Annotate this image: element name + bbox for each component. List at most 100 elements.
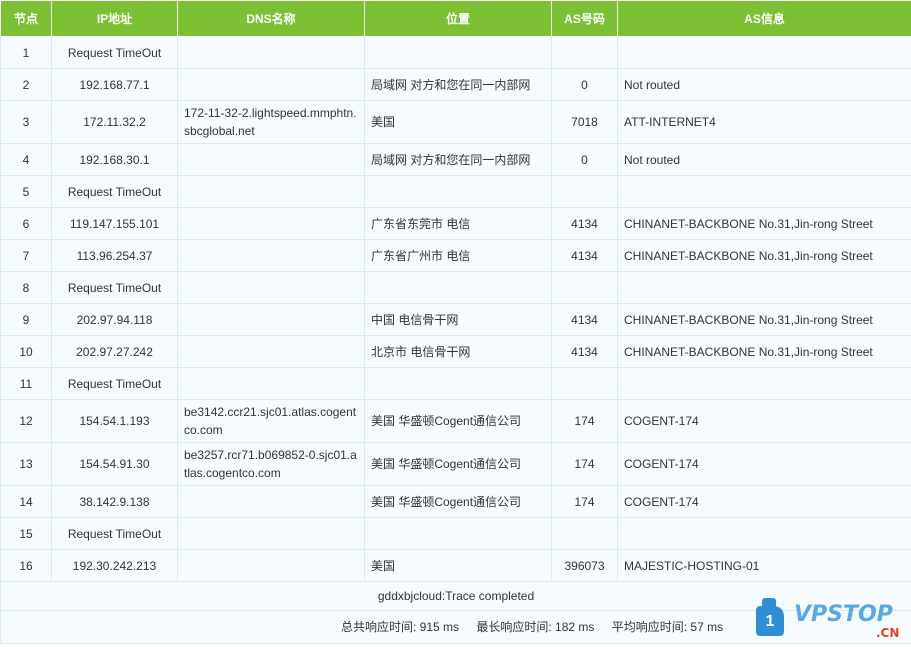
cell-location: 广东省东莞市 电信 <box>364 207 552 240</box>
cell-node: 2 <box>0 68 52 101</box>
cell-as-number: 0 <box>551 143 618 176</box>
cell-as-info: COGENT-174 <box>617 442 911 486</box>
cell-ip: 202.97.27.242 <box>51 335 178 368</box>
cell-dns: be3142.ccr21.sjc01.atlas.cogentco.com <box>177 399 365 443</box>
cell-dns <box>177 36 365 69</box>
cell-ip: 172.11.32.2 <box>51 100 178 144</box>
table-row: 16 192.30.242.213 美国 396073 MAJESTIC-HOSTING… <box>0 549 911 582</box>
avg-response-time: 平均响应时间: 57 ms <box>611 620 724 634</box>
cell-as-info: CHINANET-BACKBONE No.31,Jin-rong Street <box>617 239 911 272</box>
cell-node: 10 <box>0 335 52 368</box>
cell-dns <box>177 271 365 304</box>
cell-ip: Request TimeOut <box>51 271 178 304</box>
table-row: 3 172.11.32.2 172-11-32-2.lightspeed.mmpht… <box>0 100 911 144</box>
cell-as-number <box>551 36 618 69</box>
cell-as-number: 174 <box>551 399 618 443</box>
traceroute-results: 节点 IP地址 DNS名称 位置 AS号码 AS信息 1 Request Time… <box>0 0 911 644</box>
cell-dns <box>177 549 365 582</box>
cell-location: 广东省广州市 电信 <box>364 239 552 272</box>
cell-ip: Request TimeOut <box>51 367 178 400</box>
cell-ip: Request TimeOut <box>51 36 178 69</box>
cell-as-info: Not routed <box>617 68 911 101</box>
cell-node: 11 <box>0 367 52 400</box>
cell-as-info: Not routed <box>617 143 911 176</box>
cell-as-number: 174 <box>551 442 618 486</box>
cell-as-number: 396073 <box>551 549 618 582</box>
table-row: 2 192.168.77.1 局域网 对方和您在同一内部网 0 Not routed <box>0 68 911 101</box>
header-location: 位置 <box>364 0 552 37</box>
cell-ip: 154.54.91.30 <box>51 442 178 486</box>
table-header-row: 节点 IP地址 DNS名称 位置 AS号码 AS信息 <box>0 0 911 37</box>
cell-location <box>364 367 552 400</box>
table-row: 11 Request TimeOut <box>0 367 911 400</box>
cell-as-info <box>617 36 911 69</box>
cell-location: 中国 电信骨干网 <box>364 303 552 336</box>
table-row: 12 154.54.1.193 be3142.ccr21.sjc01.atlas.c… <box>0 399 911 443</box>
cell-as-number: 4134 <box>551 239 618 272</box>
header-dns: DNS名称 <box>177 0 365 37</box>
cell-node: 5 <box>0 175 52 208</box>
table-row: 4 192.168.30.1 局域网 对方和您在同一内部网 0 Not routed <box>0 143 911 176</box>
cell-dns <box>177 239 365 272</box>
cell-node: 14 <box>0 485 52 518</box>
cell-as-number <box>551 175 618 208</box>
header-ip: IP地址 <box>51 0 178 37</box>
table-row: 8 Request TimeOut <box>0 271 911 304</box>
cell-node: 16 <box>0 549 52 582</box>
cell-as-number: 4134 <box>551 207 618 240</box>
cell-as-info <box>617 367 911 400</box>
cell-as-info: COGENT-174 <box>617 399 911 443</box>
cell-location <box>364 517 552 550</box>
table-row: 15 Request TimeOut <box>0 517 911 550</box>
total-response-time: 总共响应时间: 915 ms <box>341 620 460 634</box>
cell-ip: Request TimeOut <box>51 175 178 208</box>
max-response-time: 最长响应时间: 182 ms <box>476 620 595 634</box>
cell-as-number: 0 <box>551 68 618 101</box>
traceroute-table: 节点 IP地址 DNS名称 位置 AS号码 AS信息 1 Request Time… <box>0 0 911 644</box>
cell-node: 4 <box>0 143 52 176</box>
cell-node: 7 <box>0 239 52 272</box>
cell-location: 美国 华盛顿Cogent通信公司 <box>364 442 552 486</box>
table-row: 10 202.97.27.242 北京市 电信骨干网 4134 CHINANET-BAC… <box>0 335 911 368</box>
cell-node: 1 <box>0 36 52 69</box>
cell-ip: 119.147.155.101 <box>51 207 178 240</box>
cell-node: 3 <box>0 100 52 144</box>
table-row: 14 38.142.9.138 美国 华盛顿Cogent通信公司 174 COGENT-… <box>0 485 911 518</box>
cell-as-info: MAJESTIC-HOSTING-01 <box>617 549 911 582</box>
cell-dns <box>177 303 365 336</box>
cell-dns: 172-11-32-2.lightspeed.mmphtn.sbcglobal.… <box>177 100 365 144</box>
cell-dns <box>177 367 365 400</box>
header-as-info: AS信息 <box>617 0 911 37</box>
logo-tld: .CN <box>876 626 900 640</box>
cell-ip: 202.97.94.118 <box>51 303 178 336</box>
logo-brand: VPSTOP <box>794 602 893 627</box>
logo-badge-icon: 1 <box>756 598 784 636</box>
cell-as-info: CHINANET-BACKBONE No.31,Jin-rong Street <box>617 335 911 368</box>
table-row: 9 202.97.94.118 中国 电信骨干网 4134 CHINANET-BACKB… <box>0 303 911 336</box>
cell-dns <box>177 207 365 240</box>
cell-dns <box>177 485 365 518</box>
cell-location: 局域网 对方和您在同一内部网 <box>364 68 552 101</box>
table-row: 13 154.54.91.30 be3257.rcr71.b069852-0.sjc… <box>0 442 911 486</box>
cell-as-number <box>551 517 618 550</box>
cell-dns <box>177 68 365 101</box>
cell-dns: be3257.rcr71.b069852-0.sjc01.atlas.cogen… <box>177 442 365 486</box>
cell-as-number: 7018 <box>551 100 618 144</box>
table-row: 7 113.96.254.37 广东省广州市 电信 4134 CHINANET-BACK… <box>0 239 911 272</box>
header-as-number: AS号码 <box>551 0 618 37</box>
cell-node: 6 <box>0 207 52 240</box>
cell-ip: 192.168.77.1 <box>51 68 178 101</box>
cell-as-info <box>617 175 911 208</box>
cell-location: 局域网 对方和您在同一内部网 <box>364 143 552 176</box>
cell-location: 美国 华盛顿Cogent通信公司 <box>364 399 552 443</box>
vpstop-logo: 1 VPSTOP .CN <box>756 598 906 642</box>
cell-node: 12 <box>0 399 52 443</box>
cell-ip: 38.142.9.138 <box>51 485 178 518</box>
cell-ip: 192.168.30.1 <box>51 143 178 176</box>
table-row: 6 119.147.155.101 广东省东莞市 电信 4134 CHINANET-BA… <box>0 207 911 240</box>
cell-location: 北京市 电信骨干网 <box>364 335 552 368</box>
header-node: 节点 <box>0 0 52 37</box>
cell-node: 13 <box>0 442 52 486</box>
cell-location <box>364 175 552 208</box>
cell-location: 美国 华盛顿Cogent通信公司 <box>364 485 552 518</box>
